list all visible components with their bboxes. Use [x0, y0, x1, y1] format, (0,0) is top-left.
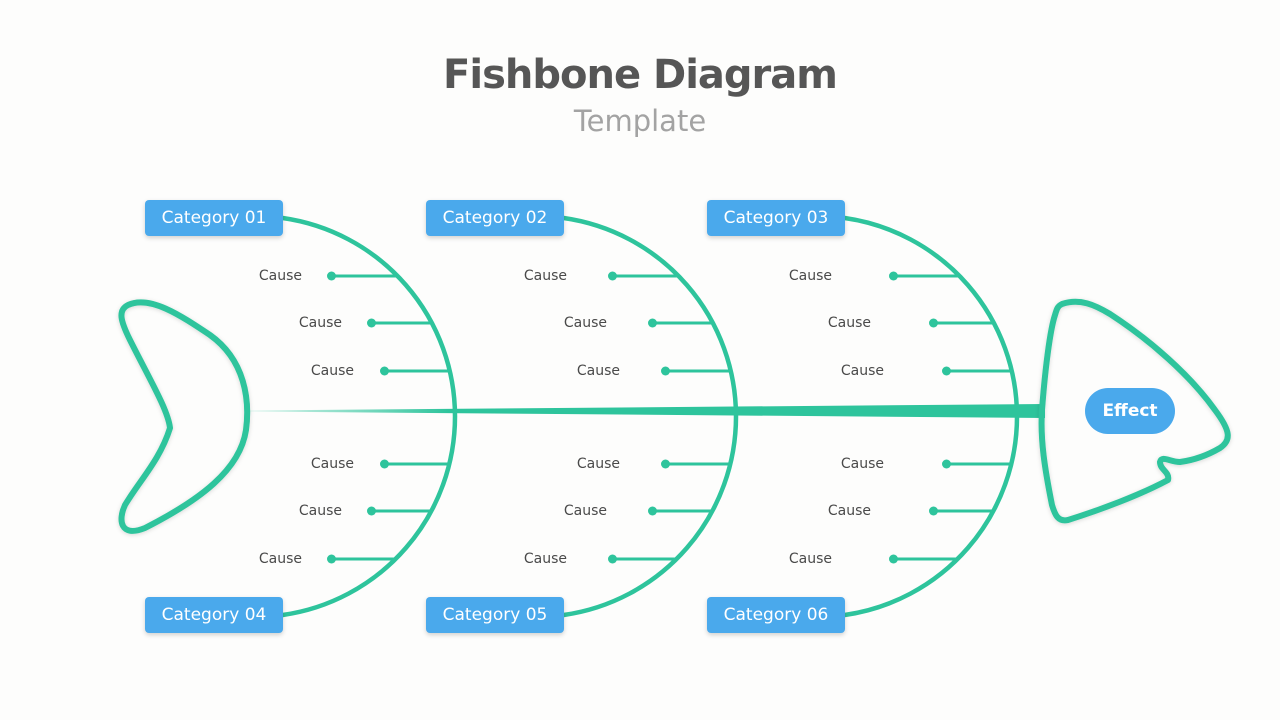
cause-dot: [942, 366, 951, 376]
cause-dot: [327, 271, 336, 281]
category-box-04[interactable]: Category 04: [145, 597, 283, 633]
category-box-05[interactable]: Category 05: [426, 597, 564, 633]
category-label: Category 01: [161, 208, 267, 228]
rib-arc-2: [563, 215, 739, 618]
cause-dot: [661, 459, 670, 469]
cause-dot: [942, 459, 951, 469]
rib-arc-1: [282, 215, 458, 618]
cause-label[interactable]: Cause: [540, 455, 620, 473]
cause-dot: [648, 318, 657, 328]
category-box-03[interactable]: Category 03: [707, 200, 845, 236]
cause-dot: [889, 554, 898, 564]
category-label: Category 06: [723, 605, 829, 625]
cause-label[interactable]: Cause: [222, 550, 302, 568]
cause-label[interactable]: Cause: [752, 550, 832, 568]
cause-label[interactable]: Cause: [791, 502, 871, 520]
cause-dot: [929, 318, 938, 328]
cause-label[interactable]: Cause: [274, 455, 354, 473]
cause-dot: [648, 506, 657, 516]
effect-badge[interactable]: Effect: [1085, 388, 1175, 434]
category-box-06[interactable]: Category 06: [707, 597, 845, 633]
cause-label[interactable]: Cause: [262, 314, 342, 332]
cause-label[interactable]: Cause: [791, 314, 871, 332]
cause-label[interactable]: Cause: [804, 362, 884, 380]
cause-label[interactable]: Cause: [752, 267, 832, 285]
cause-dot: [889, 271, 898, 281]
category-label: Category 04: [161, 605, 267, 625]
cause-label[interactable]: Cause: [540, 362, 620, 380]
cause-dot: [608, 554, 617, 564]
category-box-01[interactable]: Category 01: [145, 200, 283, 236]
cause-label[interactable]: Cause: [262, 502, 342, 520]
cause-dot: [327, 554, 336, 564]
category-label: Category 03: [723, 208, 829, 228]
cause-dot: [367, 506, 376, 516]
cause-dot: [608, 271, 617, 281]
fish-tail: [118, 299, 251, 534]
cause-label[interactable]: Cause: [487, 267, 567, 285]
cause-dot: [367, 318, 376, 328]
cause-dot: [380, 366, 389, 376]
cause-dot: [380, 459, 389, 469]
cause-label[interactable]: Cause: [527, 314, 607, 332]
category-label: Category 05: [442, 605, 548, 625]
cause-label[interactable]: Cause: [527, 502, 607, 520]
category-label: Category 02: [442, 208, 548, 228]
cause-dot: [929, 506, 938, 516]
cause-label[interactable]: Cause: [222, 267, 302, 285]
cause-dot: [661, 366, 670, 376]
spine: [250, 404, 1045, 418]
cause-label[interactable]: Cause: [487, 550, 567, 568]
category-box-02[interactable]: Category 02: [426, 200, 564, 236]
cause-label[interactable]: Cause: [804, 455, 884, 473]
cause-label[interactable]: Cause: [274, 362, 354, 380]
